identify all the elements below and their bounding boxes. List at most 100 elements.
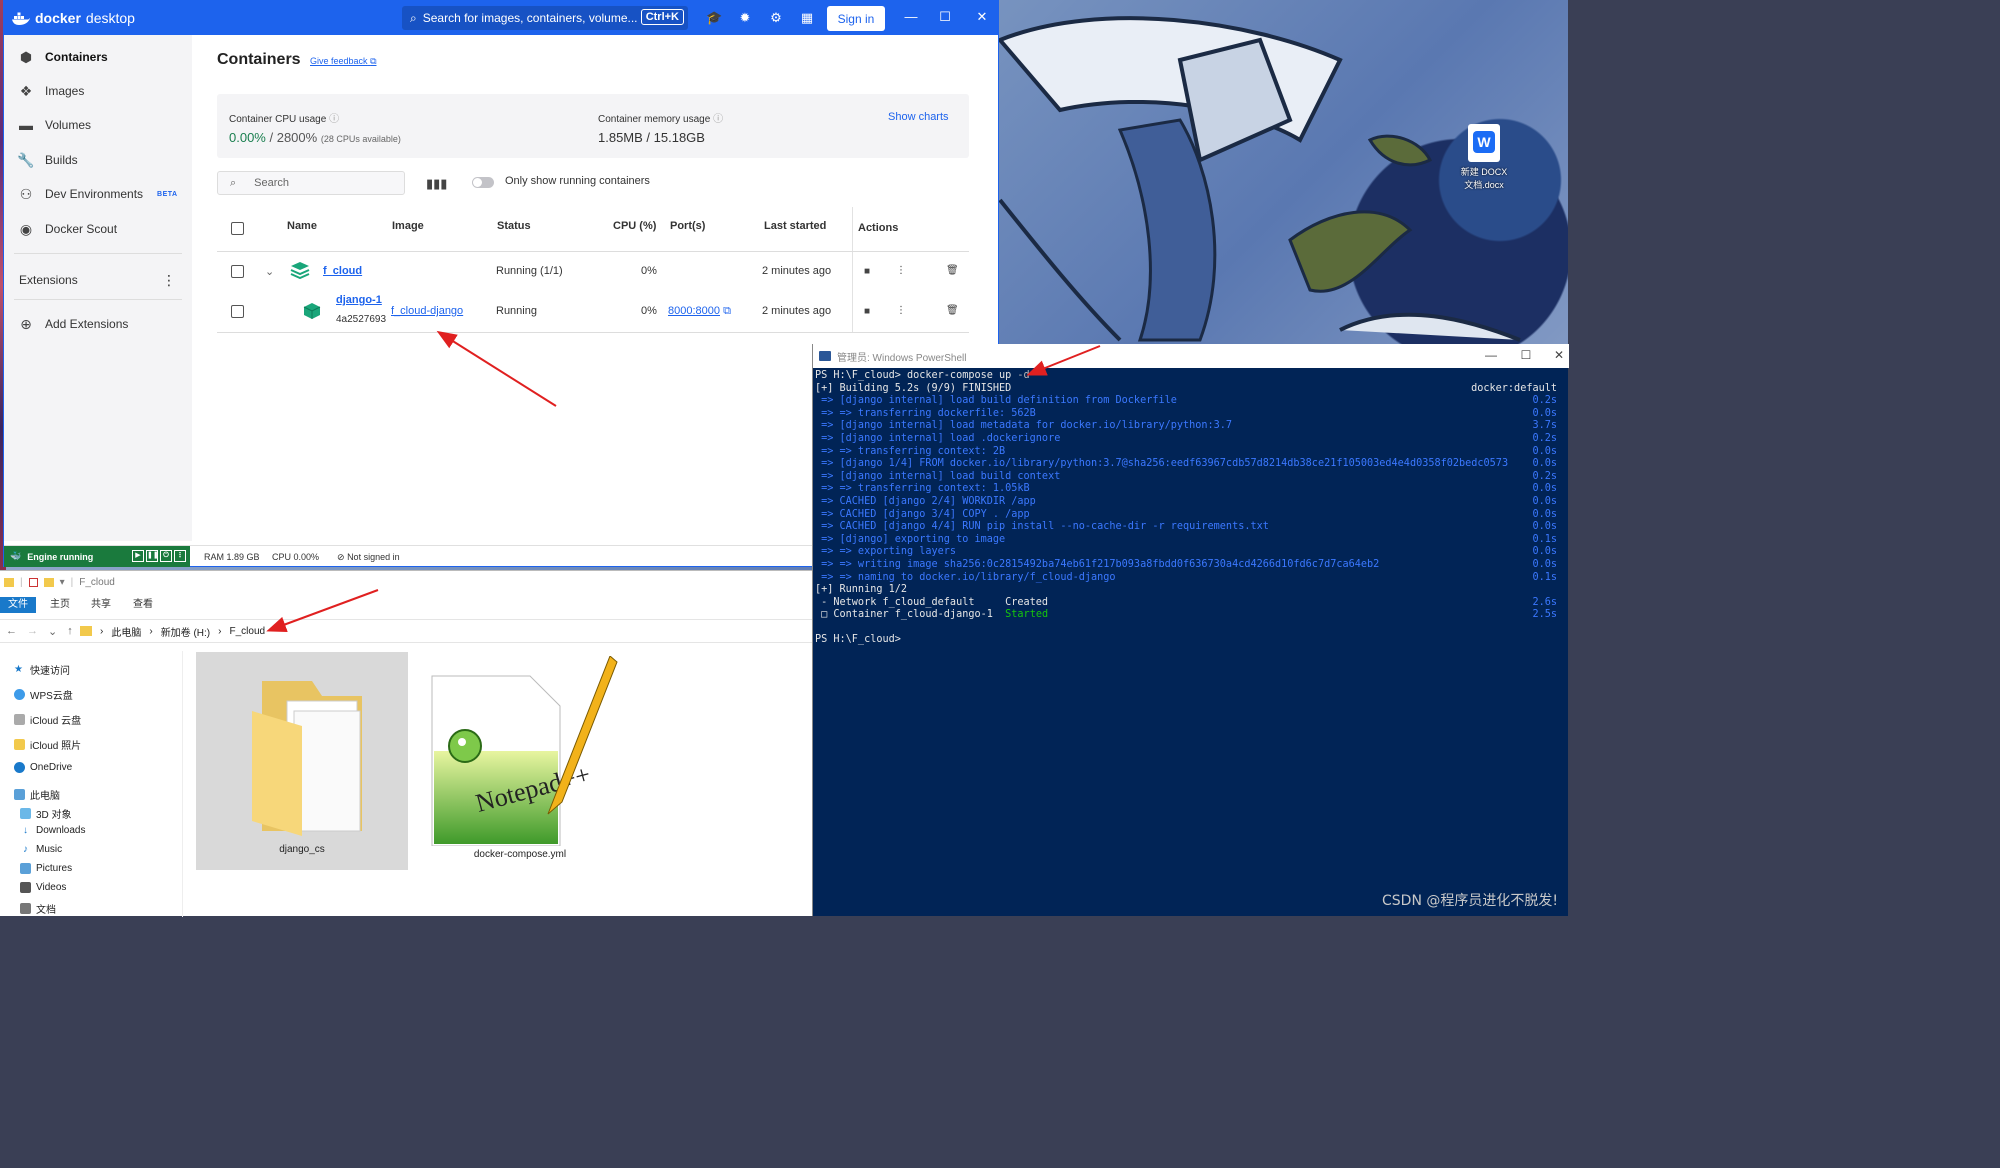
tab-file[interactable]: 文件 <box>0 597 36 613</box>
tree-item-downloads[interactable]: ↓ Downloads <box>20 825 85 836</box>
tree-item-wps-cloud[interactable]: WPS云盘 <box>14 687 73 702</box>
sidebar-item-images[interactable]: ❖ Images <box>4 75 192 107</box>
tree-item-icloud-drive[interactable]: iCloud 云盘 <box>14 712 81 727</box>
not-signed-status: ⊘ Not signed in <box>337 552 400 562</box>
docker-brand: docker <box>35 10 81 26</box>
compose-stack-icon <box>290 261 310 282</box>
folder-icon <box>14 739 25 750</box>
video-icon <box>20 882 31 893</box>
breadcrumb-folder[interactable]: F_cloud <box>229 626 265 637</box>
container-search-input[interactable]: ⌕ Search <box>217 171 405 195</box>
delete-trash-icon[interactable]: 🗑 <box>946 265 959 276</box>
show-charts-link[interactable]: Show charts <box>888 111 949 123</box>
minimize-icon[interactable]: — <box>1483 348 1499 362</box>
recent-chevron-icon[interactable]: ⌄ <box>48 625 57 638</box>
breadcrumb-drive[interactable]: 新加卷 (H:) <box>161 624 210 639</box>
settings-gear-icon[interactable]: ⚙ <box>768 10 784 26</box>
column-header-status[interactable]: Status <box>497 220 531 232</box>
sidebar-item-containers[interactable]: ⬢ Containers <box>4 41 192 73</box>
sign-in-button[interactable]: Sign in <box>827 6 885 31</box>
stop-icon[interactable]: ■ <box>864 306 870 317</box>
row-checkbox[interactable] <box>231 265 244 278</box>
give-feedback-link[interactable]: Give feedback ⧉ <box>310 56 377 67</box>
pictures-icon <box>20 863 31 874</box>
chevron-down-icon[interactable]: ▾ <box>60 577 65 588</box>
more-vertical-icon[interactable]: ⋮ <box>896 265 906 276</box>
more-vertical-icon[interactable]: ⋮ <box>174 550 186 562</box>
running-only-toggle[interactable] <box>472 177 494 188</box>
column-header-last-started[interactable]: Last started <box>764 220 826 232</box>
apps-grid-icon[interactable]: ▦ <box>799 10 815 26</box>
port-link[interactable]: 8000:8000 ⧉ <box>668 305 731 318</box>
column-toggle-icon[interactable]: ▮▮▮ <box>426 176 447 192</box>
tree-item-this-pc[interactable]: 此电脑 <box>14 787 60 802</box>
up-arrow-icon[interactable]: ↑ <box>67 625 73 638</box>
pause-icon[interactable]: ❚❚ <box>146 550 159 562</box>
row-checkbox[interactable] <box>231 305 244 318</box>
expand-chevron-icon[interactable]: ⌄ <box>265 265 274 278</box>
tree-item-music[interactable]: ♪ Music <box>20 844 62 855</box>
sidebar-item-builds[interactable]: 🔧 Builds <box>4 144 192 176</box>
search-shortcut: Ctrl+K <box>640 9 684 25</box>
column-header-cpu[interactable]: CPU (%) <box>613 220 656 232</box>
cpu-usage: CPU 0.00% <box>272 552 320 562</box>
close-icon[interactable]: ✕ <box>972 9 992 25</box>
sidebar-item-dev-environments[interactable]: ⚇ Dev Environments BETA <box>4 178 192 210</box>
container-name-link[interactable]: f_cloud <box>323 265 362 277</box>
resume-icon[interactable]: ▶ <box>132 550 144 562</box>
tree-item-videos[interactable]: Videos <box>20 882 66 893</box>
tab-share[interactable]: 共享 <box>83 597 119 613</box>
last-started: 2 minutes ago <box>762 305 832 317</box>
more-vertical-icon[interactable]: ⋮ <box>162 272 176 289</box>
container-search-placeholder: Search <box>254 177 290 189</box>
add-extensions-button[interactable]: ⊕ Add Extensions <box>4 308 192 340</box>
docker-titlebar: docker desktop ⌕ Search for images, conta… <box>4 1 998 35</box>
stop-icon[interactable]: ■ <box>864 266 870 277</box>
engine-status: 🐳 Engine running ▶ ❚❚ ⏻ ⋮ <box>4 546 190 567</box>
image-link[interactable]: f_cloud-django <box>391 305 463 317</box>
new-folder-icon[interactable] <box>43 577 54 587</box>
sidebar-item-docker-scout[interactable]: ◉ Docker Scout <box>4 213 192 245</box>
minimize-icon[interactable]: — <box>901 9 921 24</box>
maximize-icon[interactable]: ☐ <box>1518 348 1534 362</box>
desktop-docx-icon[interactable]: W 新建 DOCX 文档.docx <box>1452 124 1516 191</box>
file-item-compose[interactable]: Notepad++ docker-compose.yml <box>420 655 620 860</box>
terminal-line-status: Started <box>1005 609 1049 621</box>
terminal-output[interactable]: PS H:\F_cloud> docker-compose up -d [+] B… <box>815 370 1563 910</box>
tree-item-icloud-photos[interactable]: iCloud 照片 <box>14 737 81 752</box>
tab-view[interactable]: 查看 <box>125 597 161 613</box>
address-bar[interactable]: ← → ⌄ ↑ › 此电脑 › 新加卷 (H:) › F_cloud <box>0 619 813 643</box>
select-all-checkbox[interactable] <box>231 222 244 235</box>
column-header-ports[interactable]: Port(s) <box>670 220 705 232</box>
close-icon[interactable]: ✕ <box>1551 348 1567 362</box>
tree-item-quick-access[interactable]: ★ 快速访问 <box>14 662 70 677</box>
learning-center-icon[interactable]: 🎓 <box>706 10 722 26</box>
tree-item-onedrive[interactable]: OneDrive <box>14 762 72 773</box>
onedrive-icon <box>14 762 25 773</box>
cpu-usage-value: 0.00% / 2800% (28 CPUs available) <box>229 130 401 145</box>
back-arrow-icon[interactable]: ← <box>6 625 17 638</box>
terminal-line: => [django 1/4] FROM docker.io/library/p… <box>815 458 1563 471</box>
global-search-bar[interactable]: ⌕ Search for images, containers, volume.… <box>402 6 688 30</box>
container-name-link[interactable]: django-1 <box>336 294 382 306</box>
more-vertical-icon[interactable]: ⋮ <box>896 305 906 316</box>
maximize-icon[interactable]: ☐ <box>935 9 955 25</box>
terminal-line-extra: -d <box>1017 370 1030 381</box>
column-header-image[interactable]: Image <box>392 220 424 232</box>
tree-item-documents[interactable]: 文档 <box>20 901 56 916</box>
column-header-name[interactable]: Name <box>287 220 317 232</box>
file-item-folder[interactable]: django_cs <box>196 671 408 855</box>
tree-item-3d-objects[interactable]: 3D 对象 <box>20 806 72 821</box>
tree-item-pictures[interactable]: Pictures <box>20 863 72 874</box>
breadcrumb-this-pc[interactable]: 此电脑 <box>111 624 141 639</box>
column-header-actions: Actions <box>858 222 899 234</box>
tab-home[interactable]: 主页 <box>42 597 78 613</box>
delete-trash-icon[interactable]: 🗑 <box>946 305 959 316</box>
terminal-line-text: => CACHED [django 3/4] COPY . /app <box>815 508 1030 520</box>
troubleshoot-bug-icon[interactable]: ✹ <box>737 10 753 26</box>
toggle-label: Only show running containers <box>505 175 650 187</box>
power-icon[interactable]: ⏻ <box>160 550 172 562</box>
properties-icon[interactable] <box>28 577 38 587</box>
sidebar-item-volumes[interactable]: ▬ Volumes <box>4 109 192 141</box>
forward-arrow-icon[interactable]: → <box>27 625 38 638</box>
